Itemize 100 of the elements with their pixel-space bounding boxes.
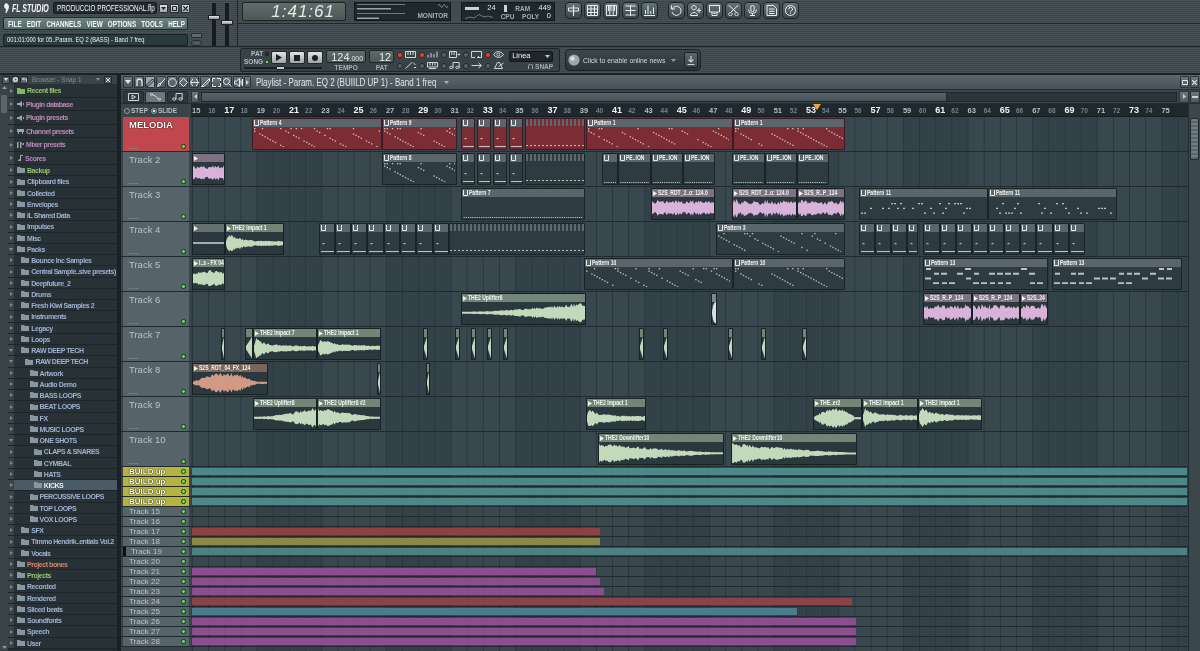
track-header[interactable]: Track 4 [123, 222, 189, 256]
menu-item[interactable]: CHANNELS [46, 18, 82, 29]
clip-bar[interactable] [192, 488, 1187, 495]
stop-button[interactable] [289, 51, 306, 65]
track-header[interactable]: Track 16 [123, 517, 189, 526]
scroll-thumb[interactable] [202, 92, 947, 101]
vertical-scrollbar[interactable] [1188, 104, 1200, 651]
pattern-clip[interactable] [509, 153, 523, 185]
menu-item[interactable]: HELP [168, 18, 185, 29]
menu-button[interactable] [2, 75, 10, 84]
toolbar-button[interactable] [603, 2, 620, 19]
news-text[interactable]: Click to enable online news [583, 55, 666, 65]
clip-bar[interactable] [192, 638, 856, 645]
close-button[interactable] [1190, 76, 1199, 88]
audio-clip[interactable] [192, 223, 225, 255]
close-button[interactable] [103, 75, 112, 84]
pattern-clip[interactable] [923, 223, 940, 255]
horizontal-scrollbar[interactable] [201, 91, 1177, 102]
track-header[interactable]: Track 21 [123, 567, 189, 576]
clip-bar[interactable] [192, 548, 1187, 555]
pattern-clip[interactable] [493, 153, 507, 185]
clip-bar[interactable] [192, 528, 600, 535]
clip-bar[interactable] [192, 578, 600, 585]
menu-item[interactable]: FILE [8, 18, 22, 29]
pattern-clip[interactable] [988, 223, 1004, 255]
track-header[interactable]: Track 7 [123, 327, 189, 361]
pattern-clip[interactable] [875, 223, 891, 255]
small-button[interactable] [191, 33, 202, 38]
toggle-button[interactable] [397, 61, 419, 71]
track-header[interactable]: MELODIA [123, 117, 189, 151]
audio-clip[interactable] [761, 328, 766, 360]
view-tab[interactable] [145, 90, 166, 103]
pattern-clip[interactable] [384, 223, 400, 255]
track-header[interactable]: Track 23 [123, 587, 189, 596]
toolbar-button[interactable] [744, 2, 761, 19]
vertical-scrollbar[interactable] [0, 84, 8, 651]
pattern-clip[interactable] [602, 153, 618, 185]
pattern-clip[interactable] [1020, 223, 1036, 255]
clip-bar[interactable] [192, 538, 600, 545]
track-header[interactable]: Track 6 [123, 292, 189, 326]
tool-button[interactable] [211, 76, 221, 88]
toolbar-button[interactable] [725, 2, 742, 19]
toggle-button[interactable] [485, 61, 507, 71]
toggle-button[interactable] [485, 50, 507, 60]
pattern-clip[interactable] [509, 118, 523, 150]
tool-button[interactable] [167, 76, 177, 88]
browser-title[interactable]: Browser - Snap 1 [32, 75, 100, 84]
audio-clip[interactable] [471, 328, 476, 360]
toggle-button[interactable] [463, 61, 485, 71]
track-header[interactable]: Track 27 [123, 627, 189, 636]
pattern-clip[interactable] [416, 223, 433, 255]
pattern-clip[interactable] [400, 223, 416, 255]
dropdown-button[interactable] [159, 3, 168, 13]
minimize-button[interactable] [170, 3, 179, 13]
toggle-button[interactable] [419, 50, 441, 60]
close-button[interactable] [181, 3, 190, 13]
slider-thumb[interactable] [276, 66, 286, 71]
maximize-button[interactable] [1180, 76, 1189, 88]
clip-bar[interactable] [192, 568, 596, 575]
pattern-clip[interactable] [891, 223, 907, 255]
settings-button[interactable] [11, 75, 19, 84]
track-header[interactable]: Track 17 [123, 527, 189, 536]
track-header[interactable]: Track 28 [123, 637, 189, 646]
clip-fragments[interactable] [525, 118, 585, 150]
play-button[interactable] [271, 51, 288, 65]
clip-fragments[interactable] [525, 153, 585, 185]
snap-button[interactable] [134, 76, 144, 88]
clip-bar[interactable] [192, 618, 856, 625]
audio-clip[interactable] [192, 153, 225, 185]
tool-button[interactable] [233, 76, 243, 88]
toolbar-button[interactable] [763, 2, 780, 19]
tool-button[interactable] [178, 76, 188, 88]
tool-button[interactable] [156, 76, 166, 88]
toggle-button[interactable] [463, 50, 485, 60]
toggle-button[interactable] [441, 61, 463, 71]
record-button[interactable] [307, 51, 324, 65]
track-header[interactable]: Track 20 [123, 557, 189, 566]
track-header[interactable]: Track 5 [123, 257, 189, 291]
clip-bar[interactable] [192, 498, 1187, 505]
clip-bar[interactable] [192, 588, 604, 595]
audio-clip[interactable] [711, 293, 717, 325]
tool-button[interactable] [222, 76, 232, 88]
track-header[interactable]: Track 2 [123, 152, 189, 186]
audio-clip[interactable] [221, 328, 225, 360]
toggle-button[interactable] [441, 50, 463, 60]
menu-item[interactable]: OPTIONS [107, 18, 137, 29]
pattern-clip[interactable] [972, 223, 988, 255]
toolbar-button[interactable] [641, 2, 658, 19]
toggle-button[interactable] [397, 50, 419, 60]
toolbar-button[interactable] [706, 2, 723, 19]
pattern-clip[interactable] [477, 118, 491, 150]
audio-clip[interactable] [423, 328, 428, 360]
audio-clip[interactable] [728, 328, 733, 360]
slider-thumb[interactable] [221, 20, 233, 26]
toolbar-button[interactable] [584, 2, 601, 19]
pattern-clip[interactable] [1036, 223, 1053, 255]
track-header[interactable]: Track 24 [123, 597, 189, 606]
view-tab[interactable] [123, 90, 144, 103]
menu-item[interactable]: TOOLS [141, 18, 163, 29]
pattern-clip[interactable] [351, 223, 367, 255]
